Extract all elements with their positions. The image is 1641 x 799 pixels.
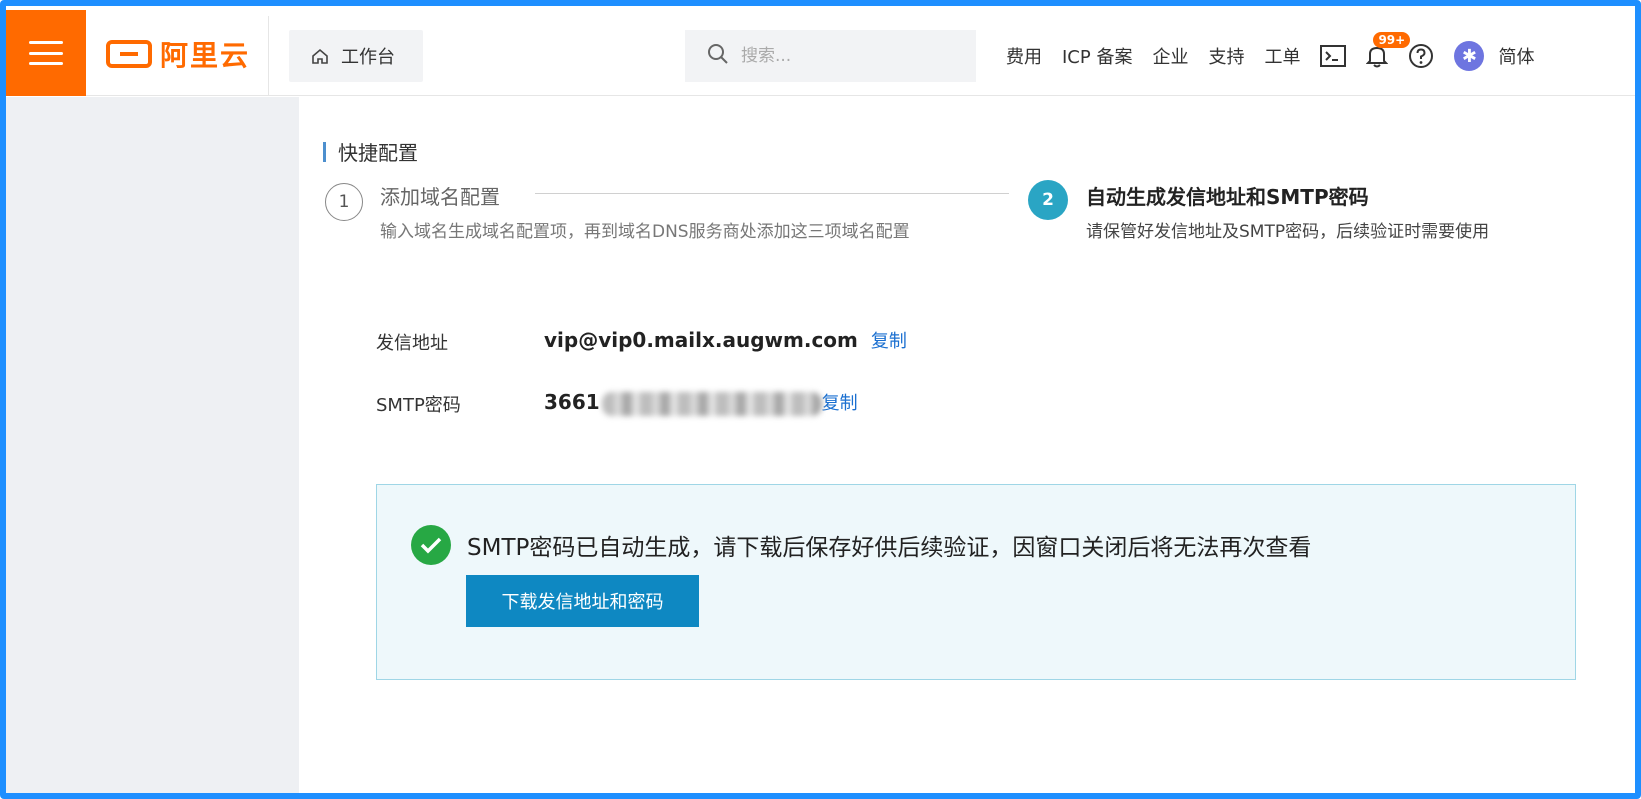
section-title: 快捷配置 <box>323 137 418 166</box>
success-notice-panel: SMTP密码已自动生成，请下载后保存好供后续验证，因窗口关闭后将无法再次查看 下… <box>376 484 1576 680</box>
success-check-icon <box>411 525 451 565</box>
step-1-number: 1 <box>325 183 363 221</box>
sender-address-label: 发信地址 <box>376 333 448 354</box>
smtp-password-redacted <box>601 391 822 416</box>
step-1-title: 添加域名配置 <box>380 185 500 209</box>
menu-icon <box>29 41 63 65</box>
header-right-nav: 费用 ICP 备案 企业 支持 工单 99+ ✱ 简体 <box>1006 32 1554 76</box>
section-title-bar <box>323 141 326 162</box>
hamburger-menu-button[interactable] <box>6 10 86 96</box>
step-2-number: 2 <box>1028 180 1068 220</box>
left-sidebar <box>6 97 299 793</box>
sender-address-value: vip@vip0.mailx.augwm.com 复制 <box>544 327 907 353</box>
home-icon <box>311 48 329 64</box>
smtp-password-label: SMTP密码 <box>376 395 461 416</box>
notice-message-text: SMTP密码已自动生成，请下载后保存好供后续验证，因窗口关闭后将无法再次查看 <box>467 535 1312 561</box>
download-credentials-button[interactable]: 下载发信地址和密码 <box>466 575 699 627</box>
main-content: 快捷配置 1 添加域名配置 输入域名生成域名配置项，再到域名DNS服务商处添加这… <box>299 97 1635 793</box>
notification-badge: 99+ <box>1373 32 1411 48</box>
user-avatar[interactable]: ✱ <box>1454 41 1485 71</box>
nav-icp-filing[interactable]: ICP 备案 <box>1062 43 1132 69</box>
sender-address-text: vip@vip0.mailx.augwm.com <box>544 328 858 352</box>
copy-smtp-password-link[interactable]: 复制 <box>822 393 858 414</box>
top-navigation-bar: 阿里云 工作台 费用 ICP 备案 企业 支持 工单 <box>6 6 1635 96</box>
terminal-icon[interactable] <box>1320 45 1347 67</box>
step-connector-line <box>535 193 1009 194</box>
smtp-password-text: 3661 <box>544 390 600 414</box>
step-1-description: 输入域名生成域名配置项，再到域名DNS服务商处添加这三项域名配置 <box>380 222 910 242</box>
nav-fees[interactable]: 费用 <box>1006 43 1042 69</box>
notification-bell-icon[interactable]: 99+ <box>1366 32 1411 68</box>
logo-text: 阿里云 <box>160 39 251 72</box>
language-switch[interactable]: 简体 <box>1498 43 1534 69</box>
nav-tickets[interactable]: 工单 <box>1264 43 1300 69</box>
copy-sender-address-link[interactable]: 复制 <box>871 331 907 352</box>
workbench-button[interactable]: 工作台 <box>289 30 423 82</box>
step-2-title: 自动生成发信地址和SMTP密码 <box>1086 185 1369 209</box>
help-icon[interactable] <box>1408 43 1434 69</box>
section-title-text: 快捷配置 <box>338 141 418 165</box>
search-icon <box>707 43 729 70</box>
global-search[interactable] <box>685 30 976 82</box>
notice-message: SMTP密码已自动生成，请下载后保存好供后续验证，因窗口关闭后将无法再次查看 <box>411 525 1311 565</box>
nav-support[interactable]: 支持 <box>1208 43 1244 69</box>
aliyun-logo-mark-icon <box>106 40 152 68</box>
step-2-description: 请保管好发信地址及SMTP密码，后续验证时需要使用 <box>1086 222 1490 242</box>
smtp-password-value: 3661 复制 <box>544 389 858 416</box>
nav-enterprise[interactable]: 企业 <box>1152 43 1188 69</box>
workbench-label: 工作台 <box>341 47 395 68</box>
search-input[interactable] <box>741 46 941 66</box>
app-frame: 阿里云 工作台 费用 ICP 备案 企业 支持 工单 <box>0 0 1641 799</box>
aliyun-logo[interactable]: 阿里云 <box>106 36 250 72</box>
header-divider <box>268 16 269 96</box>
